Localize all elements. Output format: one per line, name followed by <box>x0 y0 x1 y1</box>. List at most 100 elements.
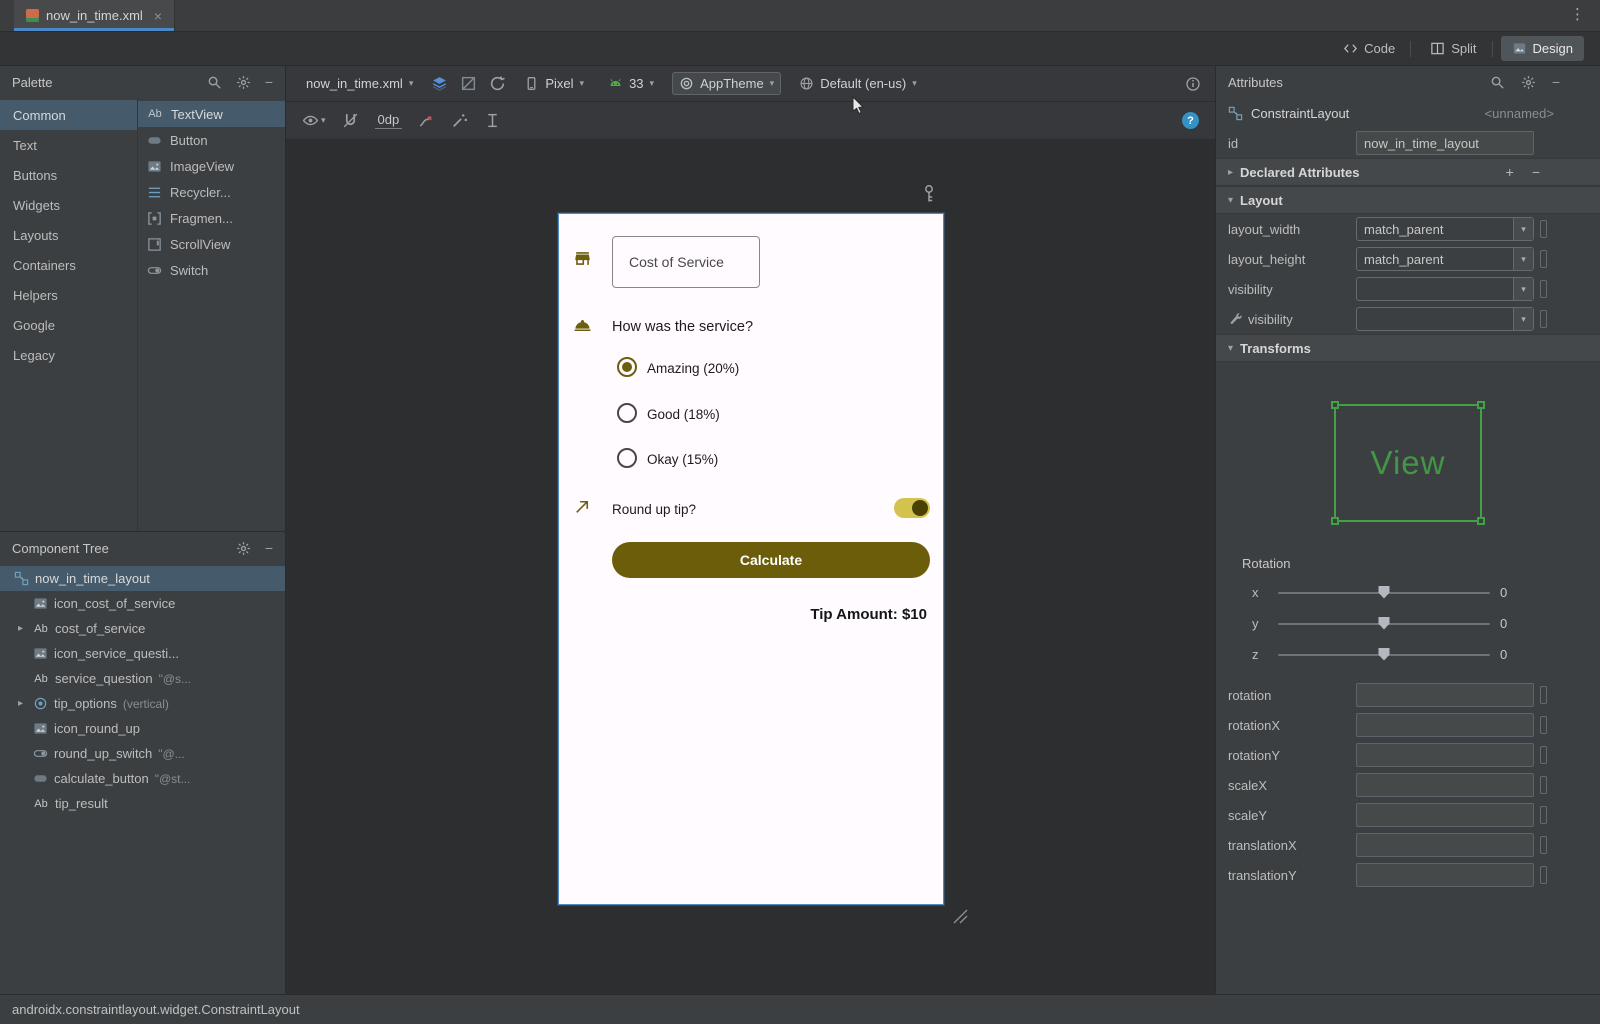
add-attribute-button[interactable]: + <box>1506 164 1514 180</box>
slider-thumb[interactable] <box>1379 617 1390 630</box>
rotation-y-input[interactable] <box>1356 743 1534 767</box>
tree-item-now-in-time-layout[interactable]: now_in_time_layout <box>0 566 285 591</box>
chevron-down-icon[interactable]: ▾ <box>1513 308 1533 330</box>
align-ibeam-icon[interactable] <box>484 112 501 129</box>
theme-selector[interactable]: AppTheme ▾ <box>672 72 781 95</box>
blueprint-icon[interactable] <box>460 75 477 92</box>
tools-attribute-flag[interactable] <box>1540 280 1547 298</box>
chevron-down-icon[interactable]: ▾ <box>1513 218 1533 240</box>
scale-y-input[interactable] <box>1356 803 1534 827</box>
round-up-switch[interactable] <box>894 498 930 518</box>
radio-amazing[interactable] <box>617 357 637 377</box>
id-input[interactable] <box>1356 131 1534 155</box>
design-surface-icon[interactable] <box>431 75 448 92</box>
info-icon[interactable] <box>1185 76 1201 92</box>
scale-x-input[interactable] <box>1356 773 1534 797</box>
tools-attribute-flag[interactable] <box>1540 716 1547 734</box>
visibility-select[interactable]: ▾ <box>1356 277 1534 301</box>
palette-category-legacy[interactable]: Legacy <box>0 340 137 370</box>
tree-item-calculate-button[interactable]: calculate_button "@st... <box>0 766 285 791</box>
palette-category-common[interactable]: Common <box>0 100 137 130</box>
clear-constraints-icon[interactable] <box>418 112 435 129</box>
hide-panel-icon[interactable]: − <box>1552 74 1560 90</box>
palette-item-textview[interactable]: Ab TextView <box>138 101 285 127</box>
layout-height-select[interactable]: match_parent ▾ <box>1356 247 1534 271</box>
chevron-right-icon[interactable]: ▸ <box>14 698 27 709</box>
search-icon[interactable] <box>207 75 222 90</box>
device-layout-preview[interactable]: Cost of Service How was the service? Ama… <box>558 213 944 905</box>
remove-attribute-button[interactable]: − <box>1532 164 1540 180</box>
kebab-menu-icon[interactable]: ⋮ <box>1570 5 1586 23</box>
tree-item-icon-cost-of-service[interactable]: icon_cost_of_service <box>0 591 285 616</box>
api-selector[interactable]: 33 ▾ <box>602 73 660 94</box>
orientation-icon[interactable] <box>489 75 506 92</box>
device-selector[interactable]: Pixel ▾ <box>518 73 590 94</box>
tree-item-service-question[interactable]: Ab service_question "@s... <box>0 666 285 691</box>
palette-item-fragment[interactable]: Fragmen... <box>138 205 285 231</box>
palette-item-scrollview[interactable]: ScrollView <box>138 231 285 257</box>
autoconnect-magnet-icon[interactable] <box>342 112 359 129</box>
tools-visibility-select[interactable]: ▾ <box>1356 307 1534 331</box>
declared-attributes-section[interactable]: ▸ Declared Attributes + − <box>1216 158 1600 186</box>
gear-icon[interactable] <box>1521 75 1536 90</box>
translation-y-input[interactable] <box>1356 863 1534 887</box>
rotation-x-slider[interactable] <box>1278 592 1490 594</box>
mode-design-button[interactable]: Design <box>1501 36 1584 61</box>
palette-category-buttons[interactable]: Buttons <box>0 160 137 190</box>
tools-attribute-flag[interactable] <box>1540 866 1547 884</box>
rotation-input[interactable] <box>1356 683 1534 707</box>
tab-now-in-time-xml[interactable]: now_in_time.xml × <box>14 0 175 31</box>
gear-icon[interactable] <box>236 541 251 556</box>
palette-category-layouts[interactable]: Layouts <box>0 220 137 250</box>
resize-handle[interactable] <box>950 906 968 924</box>
tree-item-round-up-switch[interactable]: round_up_switch "@... <box>0 741 285 766</box>
palette-item-switch[interactable]: Switch <box>138 257 285 283</box>
palette-item-imageview[interactable]: ImageView <box>138 153 285 179</box>
hide-panel-icon[interactable]: − <box>265 74 273 90</box>
slider-thumb[interactable] <box>1379 586 1390 599</box>
tools-attribute-flag[interactable] <box>1540 836 1547 854</box>
tree-item-tip-options[interactable]: ▸ tip_options (vertical) <box>0 691 285 716</box>
gear-icon[interactable] <box>236 75 251 90</box>
layout-section[interactable]: ▾ Layout <box>1216 186 1600 214</box>
infer-constraints-wand-icon[interactable] <box>451 112 468 129</box>
tab-close-icon[interactable]: × <box>154 8 162 24</box>
tools-attribute-flag[interactable] <box>1540 746 1547 764</box>
palette-category-helpers[interactable]: Helpers <box>0 280 137 310</box>
palette-category-text[interactable]: Text <box>0 130 137 160</box>
tools-attribute-flag[interactable] <box>1540 250 1547 268</box>
calculate-button[interactable]: Calculate <box>612 542 930 578</box>
tree-item-cost-of-service[interactable]: ▸ Ab cost_of_service <box>0 616 285 641</box>
tools-attribute-flag[interactable] <box>1540 686 1547 704</box>
chevron-down-icon[interactable]: ▾ <box>1513 248 1533 270</box>
layout-width-select[interactable]: match_parent ▾ <box>1356 217 1534 241</box>
locale-selector[interactable]: Default (en-us) ▾ <box>793 73 923 94</box>
rotation-x-input[interactable] <box>1356 713 1534 737</box>
tools-attribute-flag[interactable] <box>1540 806 1547 824</box>
tools-attribute-flag[interactable] <box>1540 220 1547 238</box>
rotation-z-slider[interactable] <box>1278 654 1490 656</box>
palette-category-widgets[interactable]: Widgets <box>0 190 137 220</box>
rotation-y-slider[interactable] <box>1278 623 1490 625</box>
default-margin-selector[interactable]: 0dp <box>375 112 403 129</box>
transforms-section[interactable]: ▾ Transforms <box>1216 334 1600 362</box>
tools-attribute-flag[interactable] <box>1540 310 1547 328</box>
tools-attribute-flag[interactable] <box>1540 776 1547 794</box>
help-icon[interactable]: ? <box>1182 112 1199 129</box>
cost-of-service-field[interactable]: Cost of Service <box>612 236 760 288</box>
palette-category-containers[interactable]: Containers <box>0 250 137 280</box>
tree-item-icon-service-question[interactable]: icon_service_questi... <box>0 641 285 666</box>
palette-category-google[interactable]: Google <box>0 310 137 340</box>
mode-code-button[interactable]: Code <box>1332 36 1406 61</box>
design-canvas[interactable]: Cost of Service How was the service? Ama… <box>286 140 1215 994</box>
palette-item-recyclerview[interactable]: Recycler... <box>138 179 285 205</box>
mode-split-button[interactable]: Split <box>1419 36 1487 61</box>
hide-panel-icon[interactable]: − <box>265 540 273 556</box>
translation-x-input[interactable] <box>1356 833 1534 857</box>
chevron-right-icon[interactable]: ▸ <box>14 623 27 634</box>
tree-item-tip-result[interactable]: Ab tip_result <box>0 791 285 816</box>
chevron-down-icon[interactable]: ▾ <box>1513 278 1533 300</box>
file-selector[interactable]: now_in_time.xml ▾ <box>300 73 419 94</box>
search-icon[interactable] <box>1490 75 1505 90</box>
slider-thumb[interactable] <box>1379 648 1390 661</box>
